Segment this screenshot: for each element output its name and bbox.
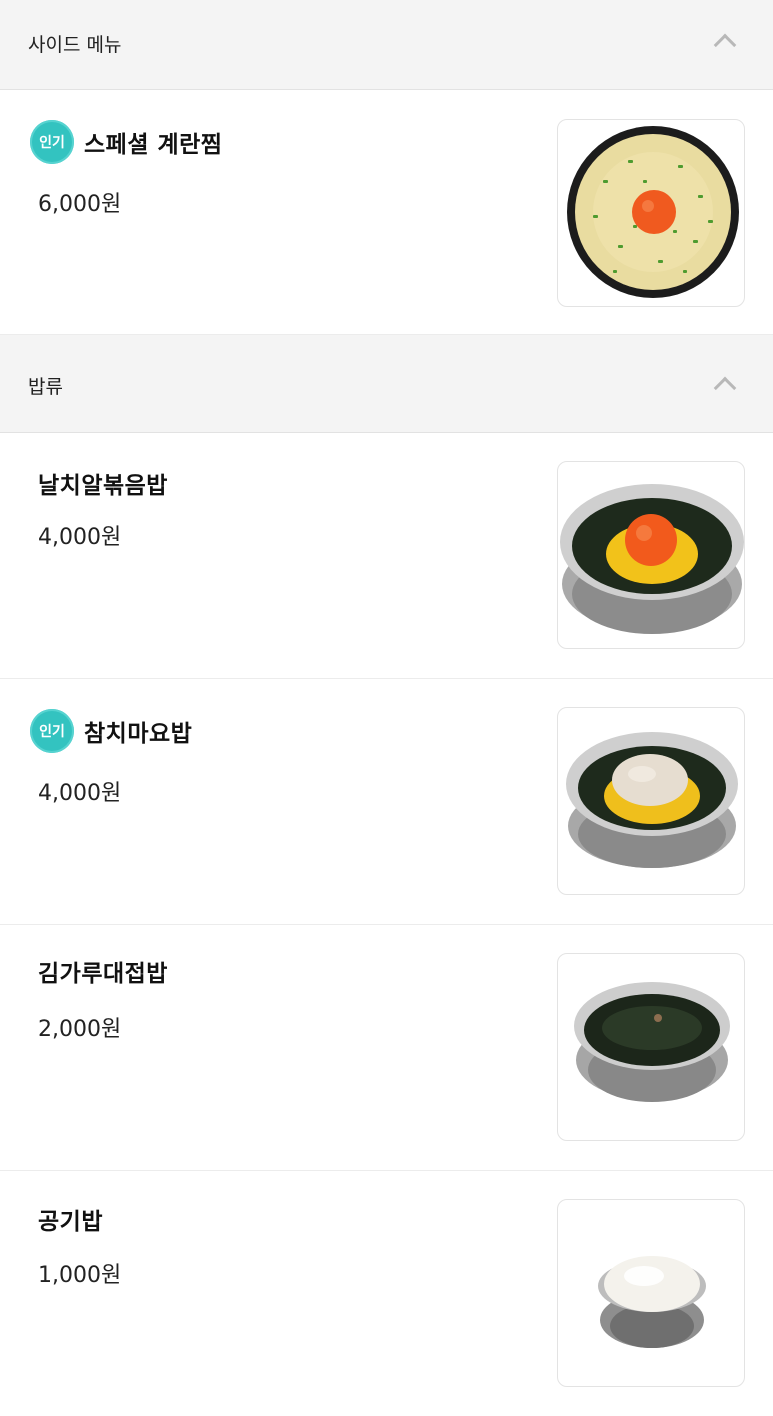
item-name: 날치알볶음밥 <box>38 473 168 499</box>
item-name-row: 날치알볶음밥 <box>38 459 168 507</box>
menu-item-flying-fish-roe-fried-rice[interactable]: 날치알볶음밥 4,000원 <box>0 433 773 679</box>
item-name-row: 공기밥 <box>38 1195 103 1243</box>
bowl-of-rice-image <box>557 1199 745 1387</box>
menu-item-bowl-of-rice[interactable]: 공기밥 1,000원 <box>0 1171 773 1416</box>
item-name: 김가루대접밥 <box>38 961 168 987</box>
tuna-mayo-rice-image <box>557 707 745 895</box>
chevron-up-icon[interactable] <box>713 376 737 400</box>
item-price: 4,000원 <box>38 525 122 550</box>
item-price: 2,000원 <box>38 1017 122 1042</box>
item-name-row: 김가루대접밥 <box>38 947 168 995</box>
steamed-egg-image <box>557 119 745 307</box>
item-price: 4,000원 <box>38 781 122 806</box>
popular-badge: 인기 <box>30 709 74 753</box>
menu-item-seaweed-flake-rice[interactable]: 김가루대접밥 2,000원 <box>0 925 773 1171</box>
item-name: 스페셜 계란찜 <box>84 132 223 158</box>
item-name: 참치마요밥 <box>84 721 193 747</box>
item-price: 1,000원 <box>38 1263 122 1288</box>
seaweed-flake-rice-image <box>557 953 745 1141</box>
section-header-rice[interactable]: 밥류 <box>0 335 773 433</box>
popular-badge: 인기 <box>30 120 74 164</box>
menu-item-tuna-mayo-rice[interactable]: 인기 참치마요밥 4,000원 <box>0 679 773 925</box>
item-name: 공기밥 <box>38 1209 103 1235</box>
flying-fish-roe-fried-rice-image <box>557 461 745 649</box>
section-header-side-menu[interactable]: 사이드 메뉴 <box>0 0 773 90</box>
item-name-row: 인기 스페셜 계란찜 <box>30 118 222 166</box>
chevron-up-icon[interactable] <box>713 33 737 57</box>
item-price: 6,000원 <box>38 192 122 217</box>
section-title: 사이드 메뉴 <box>28 34 122 56</box>
item-name-row: 인기 참치마요밥 <box>30 707 192 755</box>
menu-item-special-steamed-egg[interactable]: 인기 스페셜 계란찜 6,000원 <box>0 90 773 335</box>
section-title: 밥류 <box>28 376 63 398</box>
